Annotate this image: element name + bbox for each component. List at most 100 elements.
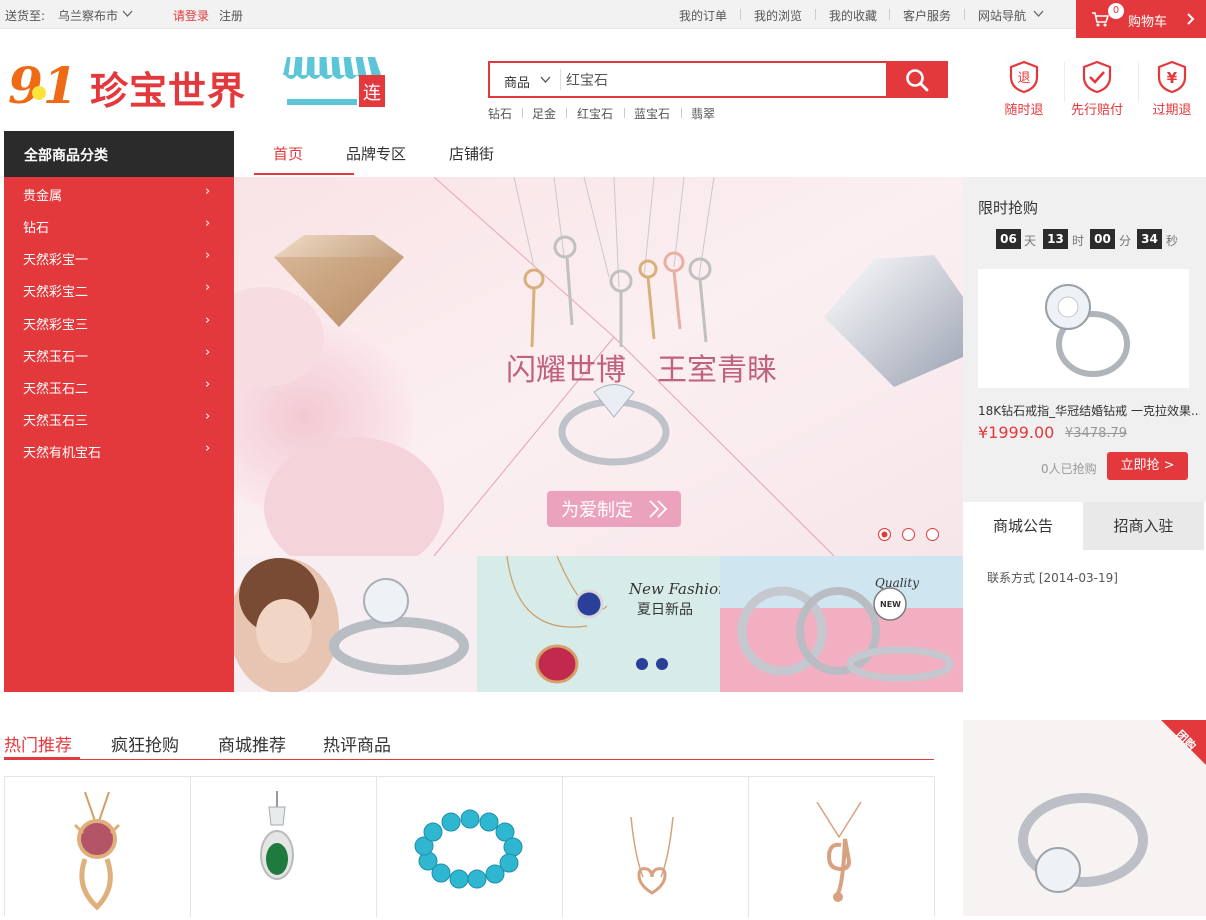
flash-product-name[interactable]: 18K钻石戒指_华冠结婚钻戒 一克拉效果... bbox=[978, 402, 1200, 419]
ring-image bbox=[1045, 284, 1130, 377]
sub-banner-new-fashion[interactable]: New Fashion 夏日新品 bbox=[477, 556, 720, 692]
site-logo[interactable]: 91 珍宝世界 bbox=[8, 56, 278, 120]
flash-product-old-price: ¥3478.79 bbox=[1065, 426, 1128, 441]
tab-mall-notice[interactable]: 商城公告 bbox=[963, 502, 1083, 550]
tab-merchant-join[interactable]: 招商入驻 bbox=[1083, 502, 1204, 550]
quality-title: Quality bbox=[875, 576, 919, 590]
active-tab-indicator bbox=[254, 173, 354, 175]
promise-expiry-return[interactable]: ¥ 过期退 bbox=[1137, 60, 1206, 118]
chevron-right-icon: › bbox=[205, 345, 211, 360]
main-banner[interactable]: 闪耀世博 王室青睐 为爱制定 bbox=[234, 177, 963, 556]
my-favorites-link[interactable]: 我的收藏 bbox=[829, 7, 877, 24]
hotword-link[interactable]: 翡翠 bbox=[691, 105, 715, 122]
flash-product-image[interactable] bbox=[978, 269, 1189, 388]
product-card[interactable] bbox=[5, 777, 191, 917]
category-item[interactable]: 天然彩宝一 › bbox=[4, 241, 234, 273]
chevron-right-icon: › bbox=[205, 216, 211, 231]
chevron-down-icon[interactable] bbox=[1033, 10, 1044, 18]
register-link[interactable]: 注册 bbox=[219, 7, 243, 24]
product-grid bbox=[4, 776, 935, 917]
cart-icon bbox=[1092, 12, 1109, 27]
heart-necklace-image bbox=[630, 816, 674, 895]
banner-right-text: 王室青睐 bbox=[657, 353, 777, 388]
flash-sale-title: 限时抢购 bbox=[978, 199, 1039, 217]
city-selector[interactable]: 乌兰察布市 bbox=[58, 7, 118, 24]
chevron-right-icon: › bbox=[205, 441, 211, 456]
banner-dot[interactable] bbox=[902, 528, 915, 541]
tab-hot-reviews[interactable]: 热评商品 bbox=[323, 731, 391, 756]
category-list: 贵金属 › 钻石 › 天然彩宝一 › 天然彩宝二 › 天然彩宝三 › 天然玉石一 › 天然玉… bbox=[4, 177, 234, 692]
category-item[interactable]: 天然玉石一 › bbox=[4, 338, 234, 370]
hotword-link[interactable]: 钻石 bbox=[488, 105, 512, 122]
category-item[interactable]: 天然玉石二 › bbox=[4, 370, 234, 402]
active-section-indicator bbox=[4, 757, 80, 760]
site-nav-link[interactable]: 网站导航 bbox=[978, 7, 1026, 24]
banner-dot[interactable] bbox=[926, 528, 939, 541]
chevron-right-icon bbox=[1187, 13, 1195, 25]
logo-dot bbox=[32, 86, 46, 100]
buy-now-button[interactable]: 立即抢 > bbox=[1107, 452, 1188, 480]
chevron-right-icon: › bbox=[205, 248, 211, 263]
tab-shops[interactable]: 店铺街 bbox=[449, 143, 494, 164]
my-history-link[interactable]: 我的浏览 bbox=[754, 7, 802, 24]
category-item[interactable]: 天然彩宝三 › bbox=[4, 306, 234, 338]
tab-hot-recommend[interactable]: 热门推荐 bbox=[4, 731, 72, 756]
tab-brands[interactable]: 品牌专区 bbox=[346, 143, 406, 164]
all-categories-header[interactable]: 全部商品分类 bbox=[4, 131, 234, 177]
ship-to-label: 送货至: bbox=[5, 9, 46, 23]
sub-banner-fashion-artwork: New Fashion 夏日新品 bbox=[477, 556, 720, 692]
product-card[interactable] bbox=[377, 777, 563, 917]
pendant-image bbox=[73, 791, 121, 911]
my-orders-link[interactable]: 我的订单 bbox=[679, 7, 727, 24]
tab-mall-recommend[interactable]: 商城推荐 bbox=[218, 731, 286, 756]
notice-item[interactable]: 联系方式 [2014-03-19] bbox=[987, 569, 1118, 586]
chevron-down-icon[interactable] bbox=[540, 76, 551, 84]
banner-dot-active[interactable] bbox=[878, 528, 891, 541]
banner-artwork: 闪耀世博 王室青睐 为爱制定 bbox=[234, 177, 963, 556]
cart-button[interactable]: 0 购物车 bbox=[1076, 0, 1206, 38]
category-item[interactable]: 贵金属 › bbox=[4, 177, 234, 209]
sub-banner-quality-artwork: NEW Quality bbox=[720, 556, 963, 692]
sub-banner-ring[interactable] bbox=[234, 556, 477, 692]
tab-crazy-deals[interactable]: 疯狂抢购 bbox=[111, 731, 179, 756]
cart-count-badge: 0 bbox=[1108, 3, 1124, 19]
product-card[interactable] bbox=[749, 777, 935, 917]
top-bar: 送货至: 乌兰察布市 请登录 注册 我的订单 我的浏览 我的收藏 客户服务 网站… bbox=[0, 0, 1206, 29]
countdown-days: 06 bbox=[996, 229, 1021, 249]
hotword-link[interactable]: 蓝宝石 bbox=[634, 105, 670, 122]
cart-label: 购物车 bbox=[1128, 15, 1168, 30]
group-buy-ring-image: 团购 bbox=[963, 720, 1206, 916]
chevron-right-icon: › bbox=[205, 409, 211, 424]
banner-cta-text: 为爱制定 bbox=[561, 500, 633, 521]
category-item[interactable]: 天然彩宝二 › bbox=[4, 273, 234, 305]
logo-number: 91 bbox=[8, 56, 78, 115]
product-card[interactable] bbox=[563, 777, 749, 917]
search-button[interactable] bbox=[886, 61, 948, 98]
group-buy-promo[interactable]: 团购 bbox=[963, 720, 1206, 916]
category-item[interactable]: 天然有机宝石 › bbox=[4, 434, 234, 466]
flash-sold-count: 0人已抢购 bbox=[1041, 462, 1097, 476]
check-shield-icon bbox=[1082, 60, 1112, 94]
turquoise-bracelet-image bbox=[414, 809, 523, 889]
hotword-link[interactable]: 红宝石 bbox=[577, 105, 613, 122]
category-item[interactable]: 钻石 › bbox=[4, 209, 234, 241]
hotword-link[interactable]: 足金 bbox=[532, 105, 556, 122]
svg-text:退: 退 bbox=[1017, 71, 1030, 86]
customer-service-link[interactable]: 客户服务 bbox=[903, 7, 951, 24]
shop-badge-text: 连 bbox=[363, 83, 381, 104]
countdown-minutes: 00 bbox=[1090, 229, 1115, 249]
search-input[interactable] bbox=[566, 68, 876, 91]
product-card[interactable] bbox=[191, 777, 377, 917]
promise-return-anytime[interactable]: 退 随时退 bbox=[989, 60, 1059, 118]
chevron-down-icon[interactable] bbox=[122, 10, 133, 18]
chevron-right-icon: › bbox=[205, 313, 211, 328]
flash-product-price: ¥1999.00 bbox=[978, 423, 1055, 442]
promise-advance-compensation[interactable]: 先行赔付 bbox=[1062, 60, 1132, 118]
chevron-right-icon: › bbox=[205, 377, 211, 392]
storefront-icon: 连 bbox=[283, 56, 385, 107]
tab-home[interactable]: 首页 bbox=[273, 143, 303, 164]
sub-banner-quality[interactable]: NEW Quality bbox=[720, 556, 963, 692]
login-link[interactable]: 请登录 bbox=[173, 7, 209, 24]
category-item[interactable]: 天然玉石三 › bbox=[4, 402, 234, 434]
search-category-select[interactable]: 商品 bbox=[504, 72, 530, 91]
